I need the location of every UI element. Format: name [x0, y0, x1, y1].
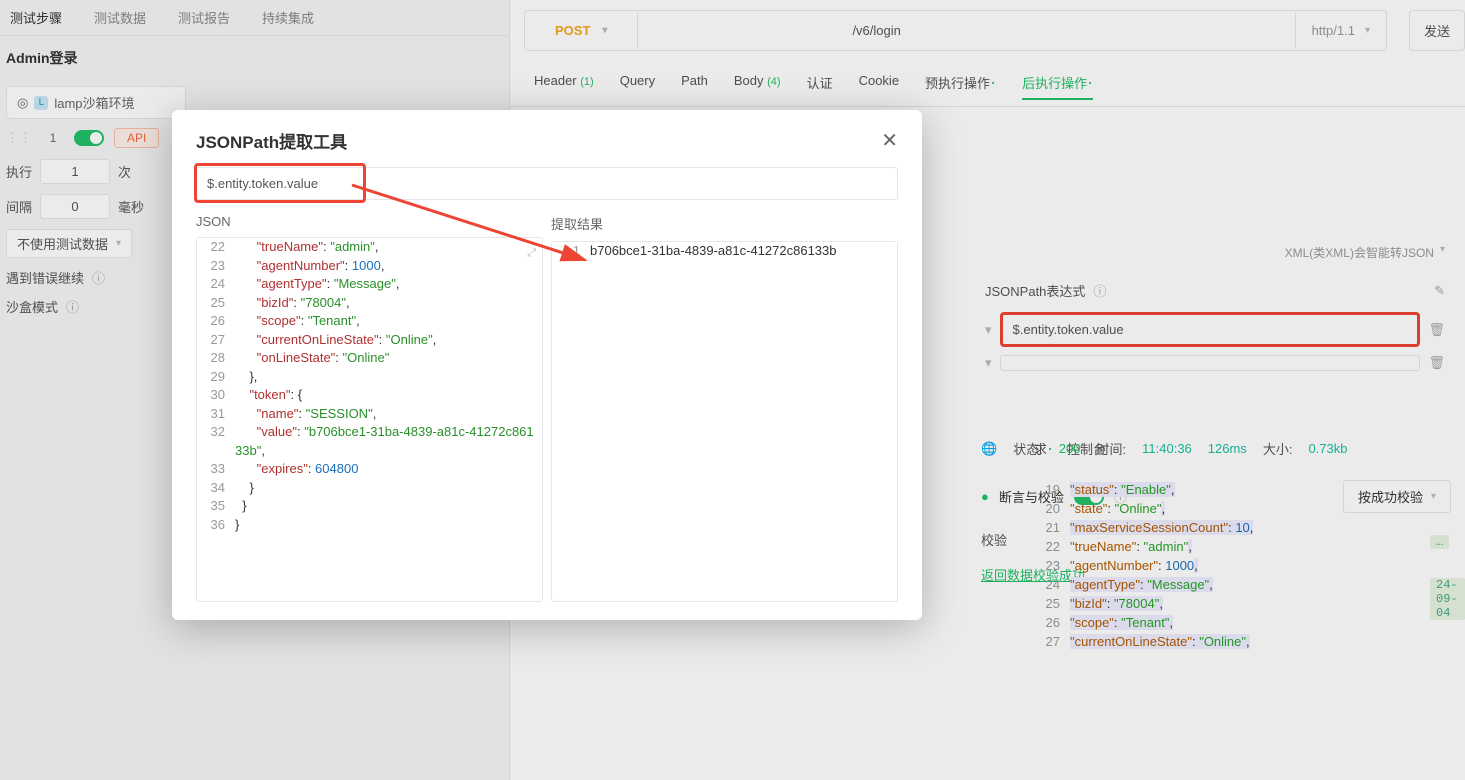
modal-title: JSONPath提取工具	[196, 128, 347, 153]
result-value: b706bce1-31ba-4839-a81c-41272c86133b	[590, 242, 897, 261]
modal-jsonpath-input[interactable]	[196, 167, 898, 200]
jsonpath-modal: JSONPath提取工具 ✕ JSON ⤢ 22 "trueName": "ad…	[172, 110, 922, 620]
expand-icon[interactable]: ⤢	[527, 244, 536, 263]
json-editor[interactable]: ⤢ 22 "trueName": "admin",23 "agentNumber…	[196, 237, 543, 602]
close-icon[interactable]: ✕	[881, 128, 898, 153]
result-col-label: 提取结果	[551, 210, 898, 241]
json-col-label: JSON	[196, 210, 543, 237]
result-editor[interactable]: 1b706bce1-31ba-4839-a81c-41272c86133b	[551, 241, 898, 602]
